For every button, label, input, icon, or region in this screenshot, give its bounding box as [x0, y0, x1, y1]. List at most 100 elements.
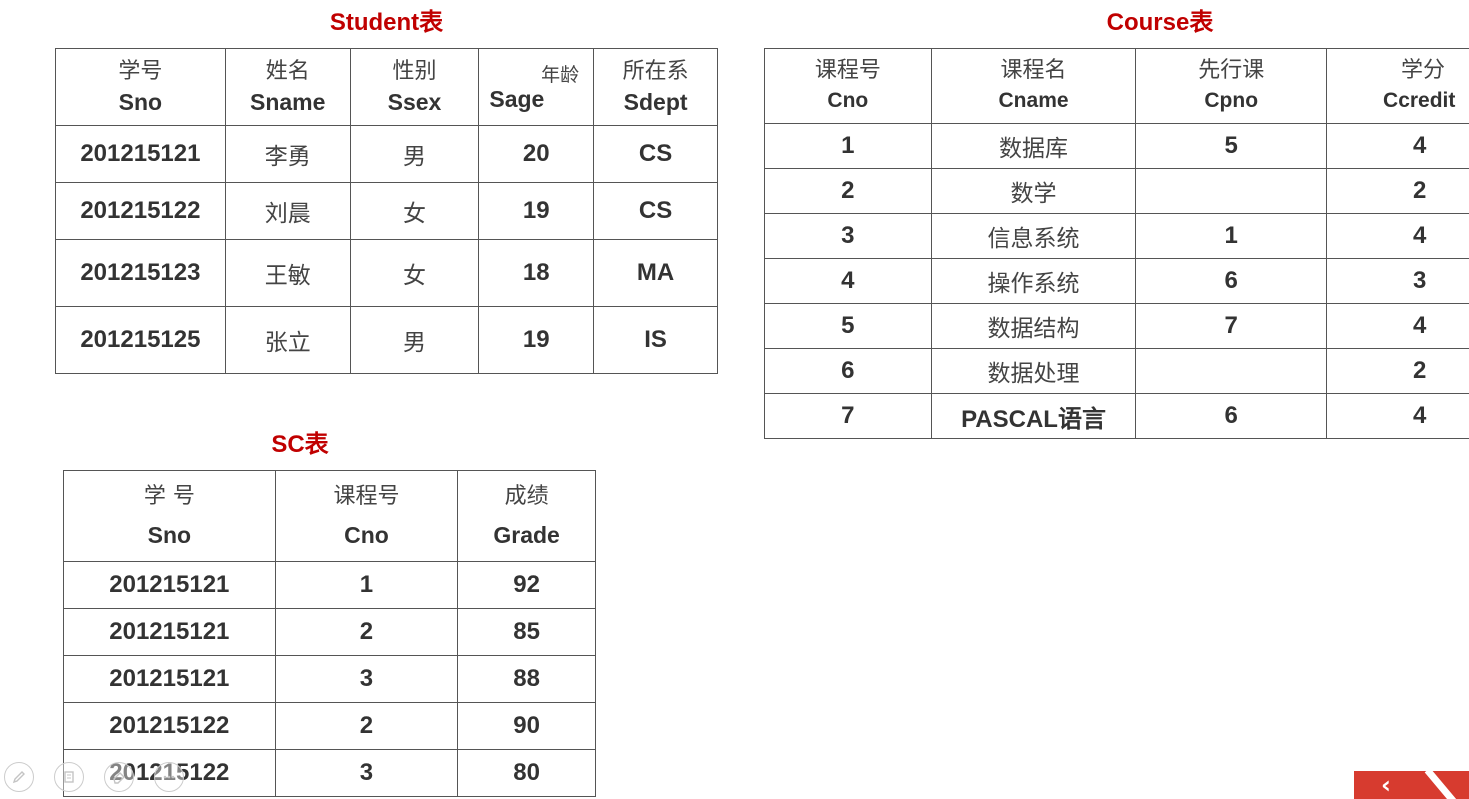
- cell-sno: 201215121: [55, 125, 226, 183]
- cell-cno: 1: [764, 123, 932, 169]
- cell-sdept: MA: [593, 239, 718, 307]
- table-row: 201215125 张立 男 19 IS: [55, 306, 718, 374]
- cell-ccredit: 3: [1326, 258, 1469, 304]
- header-cell: 先行课 Cpno: [1135, 48, 1328, 124]
- cell-grade: 92: [457, 561, 596, 609]
- cell-cname: PASCAL语言: [930, 393, 1137, 439]
- cell-sno: 201215122: [55, 182, 226, 240]
- header-cell: 学分 Ccredit: [1326, 48, 1469, 124]
- cell-ssex: 女: [349, 182, 480, 240]
- cell-sno: 201215125: [55, 306, 226, 374]
- header-cell: 所在系 Sdept: [593, 48, 718, 126]
- pen-icon[interactable]: [4, 762, 34, 792]
- table-header-row: 学 号 Sno 课程号 Cno 成绩 Grade: [63, 470, 596, 562]
- cell-cno: 7: [764, 393, 932, 439]
- header-cell: 姓名 Sname: [224, 48, 351, 126]
- cell-cno: 2: [764, 168, 932, 214]
- cell-cname: 数学: [930, 168, 1137, 214]
- cell-sage: 18: [478, 239, 595, 307]
- cell-sage: 20: [478, 125, 595, 183]
- cell-sno: 201215123: [55, 239, 226, 307]
- table-row: 201215122 刘晨 女 19 CS: [55, 182, 718, 240]
- header-cell: 课程号 Cno: [274, 470, 459, 562]
- sc-table-title: SC表: [271, 431, 329, 458]
- cell-ccredit: 2: [1326, 348, 1469, 394]
- cell-sno: 201215121: [63, 561, 276, 609]
- table-row: 7 PASCAL语言 6 4: [764, 393, 1469, 439]
- cell-ccredit: 4: [1326, 123, 1469, 169]
- cell-cpno: 6: [1135, 258, 1328, 304]
- cell-cno: 3: [274, 749, 459, 797]
- cell-grade: 88: [457, 655, 596, 703]
- eraser-icon[interactable]: [104, 762, 134, 792]
- cell-cno: 2: [274, 608, 459, 656]
- table-row: 3 信息系统 1 4: [764, 213, 1469, 259]
- table-row: 201215122 2 90: [63, 702, 596, 750]
- cell-cname: 数据处理: [930, 348, 1137, 394]
- cell-cname: 数据结构: [930, 303, 1137, 349]
- cell-sdept: CS: [593, 182, 718, 240]
- table-header-row: 学号 Sno 姓名 Sname 性别 Ssex 年龄 Sage 所在系 Sdept: [55, 48, 718, 126]
- course-table-title: Course表: [1106, 9, 1214, 36]
- table-row: 5 数据结构 7 4: [764, 303, 1469, 349]
- cell-cno: 1: [274, 561, 459, 609]
- cell-ssex: 男: [349, 306, 480, 374]
- cell-sage: 19: [478, 182, 595, 240]
- cell-cno: 4: [764, 258, 932, 304]
- cell-grade: 80: [457, 749, 596, 797]
- cell-cno: 3: [274, 655, 459, 703]
- cell-sdept: IS: [593, 306, 718, 374]
- chevron-left-icon: ‹: [1381, 771, 1391, 799]
- cell-cpno: 1: [1135, 213, 1328, 259]
- student-table-title: Student表: [329, 9, 444, 36]
- prev-slide-button[interactable]: ‹: [1354, 771, 1469, 799]
- cell-cno: 3: [764, 213, 932, 259]
- cell-cpno: 6: [1135, 393, 1328, 439]
- cell-sname: 张立: [224, 306, 351, 374]
- table-row: 201215121 李勇 男 20 CS: [55, 125, 718, 183]
- cell-cname: 操作系统: [930, 258, 1137, 304]
- cell-ssex: 男: [349, 125, 480, 183]
- cell-sno: 201215121: [63, 608, 276, 656]
- table-row: 1 数据库 5 4: [764, 123, 1469, 169]
- course-table: 课程号 Cno 课程名 Cname 先行课 Cpno 学分 Ccredit 1 数据库 …: [764, 48, 1469, 439]
- header-cell: 性别 Ssex: [349, 48, 480, 126]
- table-row: 201215121 1 92: [63, 561, 596, 609]
- header-cell: 学 号 Sno: [63, 470, 276, 562]
- table-row: 4 操作系统 6 3: [764, 258, 1469, 304]
- cell-ccredit: 4: [1326, 213, 1469, 259]
- more-icon[interactable]: [154, 762, 184, 792]
- cell-ccredit: 2: [1326, 168, 1469, 214]
- table-row: 201215122 3 80: [63, 749, 596, 797]
- cell-grade: 90: [457, 702, 596, 750]
- cell-grade: 85: [457, 608, 596, 656]
- table-row: 2 数学 2: [764, 168, 1469, 214]
- cell-ccredit: 4: [1326, 393, 1469, 439]
- cell-cno: 6: [764, 348, 932, 394]
- cell-cno: 2: [274, 702, 459, 750]
- cell-cpno: [1135, 168, 1328, 214]
- cell-cname: 数据库: [930, 123, 1137, 169]
- student-table: 学号 Sno 姓名 Sname 性别 Ssex 年龄 Sage 所在系 Sdept 201…: [55, 48, 718, 374]
- table-row: 201215121 3 88: [63, 655, 596, 703]
- table-row: 201215123 王敏 女 18 MA: [55, 239, 718, 307]
- cell-sname: 王敏: [224, 239, 351, 307]
- cell-sname: 李勇: [224, 125, 351, 183]
- header-cell: 课程号 Cno: [764, 48, 932, 124]
- cell-cpno: [1135, 348, 1328, 394]
- table-header-row: 课程号 Cno 课程名 Cname 先行课 Cpno 学分 Ccredit: [764, 48, 1469, 124]
- cell-cpno: 5: [1135, 123, 1328, 169]
- cell-sno: 201215121: [63, 655, 276, 703]
- header-cell: 成绩 Grade: [457, 470, 596, 562]
- cell-sage: 19: [478, 306, 595, 374]
- cell-cname: 信息系统: [930, 213, 1137, 259]
- cell-ccredit: 4: [1326, 303, 1469, 349]
- header-cell: 课程名 Cname: [930, 48, 1137, 124]
- table-row: 201215121 2 85: [63, 608, 596, 656]
- copy-icon[interactable]: [54, 762, 84, 792]
- table-row: 6 数据处理 2: [764, 348, 1469, 394]
- cell-cpno: 7: [1135, 303, 1328, 349]
- cell-ssex: 女: [349, 239, 480, 307]
- cell-sdept: CS: [593, 125, 718, 183]
- cell-sno: 201215122: [63, 702, 276, 750]
